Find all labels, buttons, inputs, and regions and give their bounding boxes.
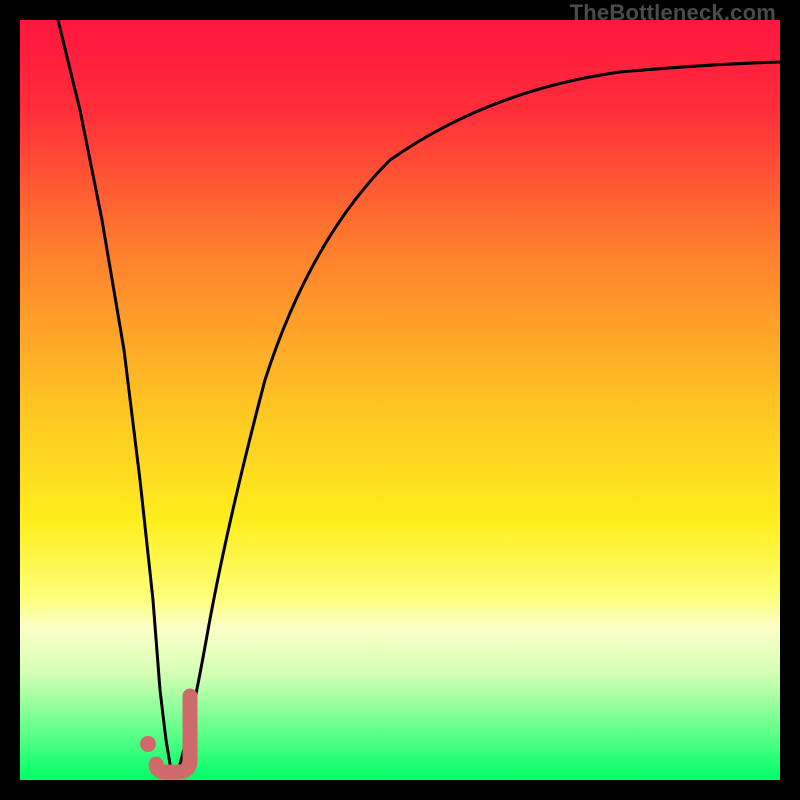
outer-frame: TheBottleneck.com — [0, 0, 800, 800]
chart-plot-area — [20, 20, 780, 780]
chart-svg — [20, 20, 780, 780]
gradient-background — [20, 20, 780, 780]
marker-dot — [140, 736, 156, 752]
